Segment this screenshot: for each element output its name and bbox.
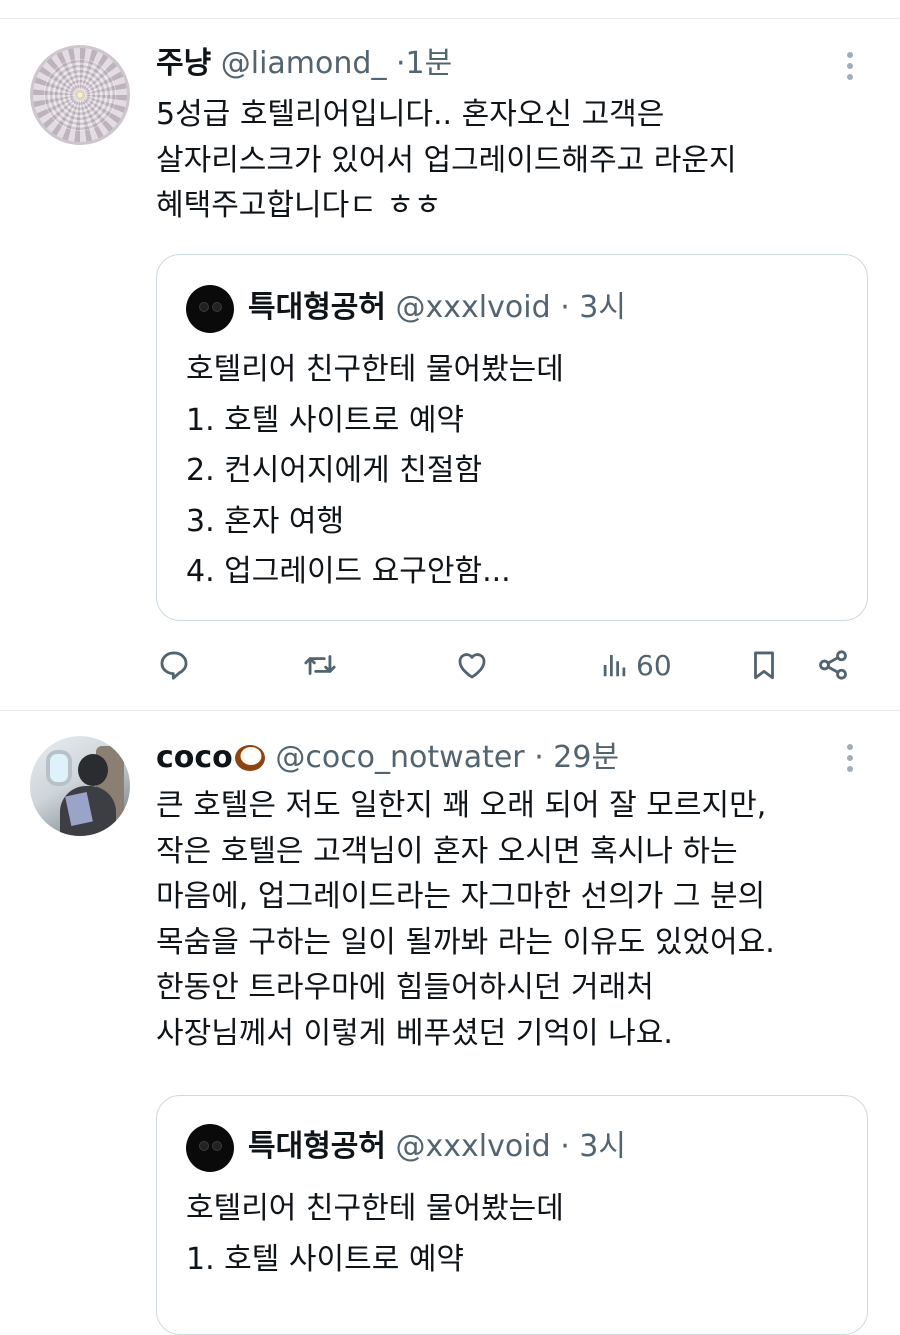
retweet-icon	[304, 655, 336, 675]
quoted-handle: @xxxlvoid	[395, 290, 551, 325]
tweet-header: 주냥 @liamond_ ·1분	[156, 44, 452, 84]
display-name[interactable]: coco	[156, 740, 233, 775]
bookmark-icon	[754, 651, 774, 680]
tweet-text: 5성급 호텔리어입니다.. 혼자오신 고객은 살자리스크가 있어서 업그레이드해…	[156, 97, 737, 223]
bookmark-button[interactable]	[747, 645, 781, 685]
quoted-display-name: 특대형공허	[248, 1129, 386, 1164]
tweet-text: 큰 호텔은 저도 일한지 꽤 오래 되어 잘 모르지만, 작은 호텔은 고객님이…	[156, 788, 775, 1051]
coconut-icon	[234, 742, 266, 772]
views-button[interactable]: 60	[600, 645, 672, 685]
quoted-handle: @xxxlvoid	[395, 1129, 551, 1164]
user-handle[interactable]: @coco_notwater	[275, 740, 524, 775]
separator-dot: ·	[534, 740, 544, 775]
quoted-tweet[interactable]: 특대형공허 @xxxlvoid · 3시 호텔리어 친구한테 물어봤는데 1. …	[156, 254, 868, 621]
quoted-display-name: 특대형공허	[248, 290, 386, 325]
share-icon	[819, 650, 847, 680]
quoted-tweet[interactable]: 특대형공허 @xxxlvoid · 3시 호텔리어 친구한테 물어봤는데 1. …	[156, 1095, 868, 1335]
separator-dot: ·	[560, 290, 570, 325]
quoted-avatar	[186, 285, 234, 333]
separator-dot: ·	[396, 46, 406, 81]
quoted-text: 호텔리어 친구한테 물어봤는데 1. 호텔 사이트로 예약 2. 컨시어지에게 …	[186, 352, 564, 589]
quoted-timestamp: 3시	[579, 1129, 626, 1164]
tweet-1[interactable]: 주냥 @liamond_ ·1분 5성급 호텔리어입니다.. 혼자오신 고객은 …	[0, 0, 900, 710]
avatar[interactable]	[30, 45, 130, 145]
tweet-2[interactable]: coco @coco_notwater · 29분 큰 호텔은 저도 일한지 꽤…	[0, 711, 900, 1335]
share-button[interactable]	[816, 645, 850, 685]
views-count: 60	[636, 648, 672, 682]
quoted-text: 호텔리어 친구한테 물어봤는데 1. 호텔 사이트로 예약	[186, 1191, 564, 1277]
more-options-icon[interactable]	[840, 52, 860, 85]
timestamp[interactable]: 29분	[553, 740, 619, 775]
user-handle[interactable]: @liamond_	[221, 46, 387, 81]
retweet-button[interactable]	[303, 645, 337, 685]
quoted-avatar	[186, 1124, 234, 1172]
timestamp[interactable]: 1분	[406, 46, 453, 81]
reply-button[interactable]	[157, 645, 191, 685]
like-icon	[458, 653, 486, 679]
avatar[interactable]	[30, 736, 130, 836]
more-options-icon[interactable]	[840, 744, 860, 777]
tweet-header: coco @coco_notwater · 29분	[156, 737, 619, 778]
quoted-header: 특대형공허 @xxxlvoid · 3시	[248, 288, 626, 328]
display-name[interactable]: 주냥	[156, 46, 211, 81]
reply-icon	[160, 651, 188, 680]
separator-dot: ·	[560, 1129, 570, 1164]
views-icon	[603, 655, 626, 677]
like-button[interactable]	[455, 645, 489, 685]
quoted-header: 특대형공허 @xxxlvoid · 3시	[248, 1127, 626, 1167]
quoted-timestamp: 3시	[579, 290, 626, 325]
action-bar: 60	[0, 645, 900, 685]
